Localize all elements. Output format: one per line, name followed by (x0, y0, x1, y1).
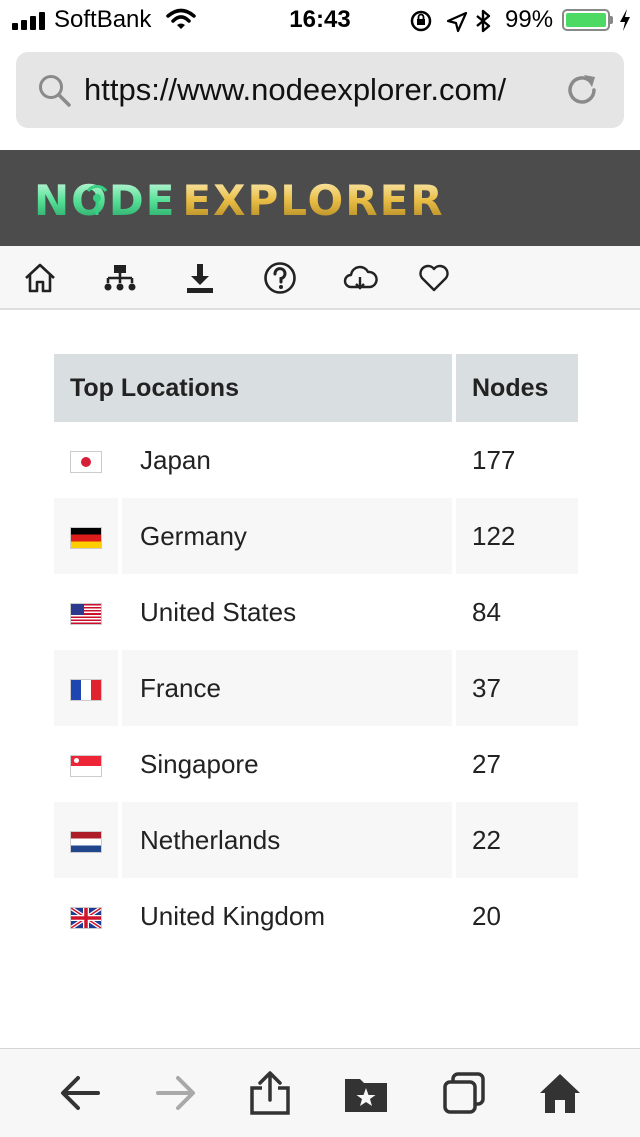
country-name: Netherlands (122, 802, 452, 878)
site-nav (0, 246, 640, 310)
battery-tip (610, 16, 613, 24)
flag-cell (54, 574, 118, 650)
node-count: 27 (472, 748, 501, 779)
country-name: Japan (140, 444, 211, 475)
flag-cell (54, 802, 118, 878)
flag-cell (54, 422, 118, 498)
reload-icon[interactable] (564, 72, 600, 113)
location-icon (446, 11, 468, 33)
url-text[interactable]: https://www.nodeexplorer.com/ (84, 72, 506, 108)
address-bar[interactable]: https://www.nodeexplorer.com/ (16, 52, 624, 128)
tabs-icon[interactable] (440, 1069, 488, 1117)
battery-percent: 99% (505, 6, 554, 33)
bluetooth-icon (476, 9, 491, 33)
table-row[interactable]: Japan 177 (54, 422, 578, 498)
logo-explorer-word: EXPLORER (182, 178, 444, 220)
flag-cell (54, 498, 118, 574)
charging-icon (618, 8, 632, 37)
download-icon[interactable] (182, 260, 218, 296)
search-icon (38, 74, 72, 113)
table-row[interactable]: Netherlands 22 (54, 802, 578, 878)
home-icon[interactable] (22, 260, 58, 296)
table-row[interactable]: United Kingdom 20 (54, 878, 578, 954)
help-icon[interactable] (262, 260, 298, 296)
table-row[interactable]: United States 84 (54, 574, 578, 650)
node-count: 20 (472, 900, 501, 931)
usa-flag-icon (71, 603, 101, 624)
battery-fill (566, 13, 606, 27)
node-count: 177 (472, 444, 516, 475)
heart-icon[interactable] (416, 260, 452, 296)
netherlands-flag-icon (71, 831, 101, 852)
country-name: Singapore (140, 748, 259, 779)
site-logo[interactable]: NODE EXPLORER (34, 176, 524, 225)
status-icons (408, 8, 500, 39)
flag-cell (54, 650, 118, 726)
france-flag-icon (71, 679, 101, 700)
logo-node-word: NODE (34, 178, 176, 220)
node-count: 37 (456, 650, 578, 726)
home-icon[interactable] (536, 1069, 584, 1117)
share-icon[interactable] (246, 1069, 294, 1117)
battery-icon (562, 9, 610, 31)
column-header-nodes[interactable]: Nodes (456, 354, 578, 422)
table-header-row: Top Locations Nodes (54, 354, 578, 422)
orientation-lock-icon (410, 10, 432, 32)
singapore-flag-icon (71, 755, 101, 776)
cloud-icon[interactable] (342, 260, 378, 296)
japan-flag-icon (71, 451, 101, 472)
column-header-location[interactable]: Top Locations (54, 354, 452, 422)
country-name: United States (140, 596, 297, 627)
country-name: Germany (122, 498, 452, 574)
country-name: France (122, 650, 452, 726)
bookmarks-icon[interactable] (342, 1069, 390, 1117)
node-count: 122 (456, 498, 578, 574)
table-row[interactable]: Singapore 27 (54, 726, 578, 802)
top-locations-table: Top Locations Nodes Japan 177 Germany 12… (50, 354, 582, 954)
browser-toolbar (0, 1048, 640, 1137)
back-icon[interactable] (56, 1069, 104, 1117)
network-icon[interactable] (102, 260, 138, 296)
site-banner: NODE EXPLORER (0, 150, 640, 246)
country-name: United Kingdom (140, 900, 325, 931)
flag-cell (54, 726, 118, 802)
flag-cell (54, 878, 118, 954)
status-bar: SoftBank 16:43 99% (0, 0, 640, 40)
table-row[interactable]: France 37 (54, 650, 578, 726)
uk-flag-icon (71, 907, 101, 928)
logo-graphic: NODE EXPLORER (34, 176, 444, 225)
node-count: 84 (472, 596, 501, 627)
germany-flag-icon (71, 527, 101, 548)
forward-icon[interactable] (152, 1069, 200, 1117)
table-row[interactable]: Germany 122 (54, 498, 578, 574)
node-count: 22 (456, 802, 578, 878)
